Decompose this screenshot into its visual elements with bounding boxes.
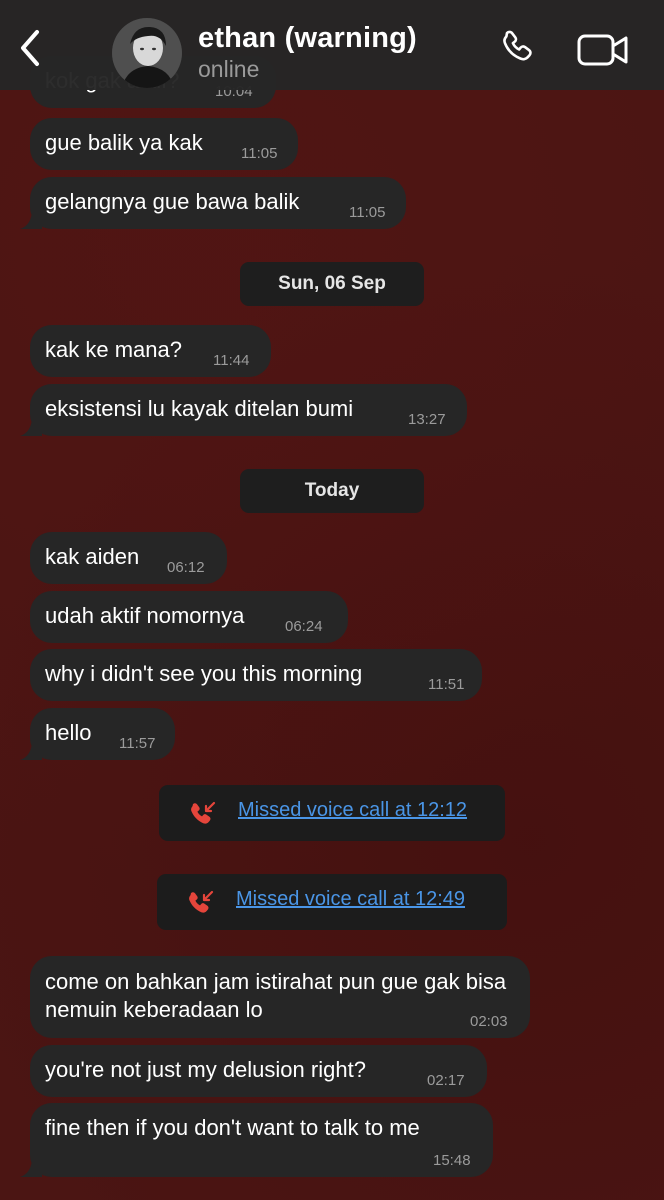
message-time: 06:24 [285, 618, 323, 635]
message-text: come on bahkan jam istirahat pun gue gak… [45, 969, 507, 1022]
message-text: gue balik ya kak [45, 130, 203, 155]
message-bubble[interactable]: eksistensi lu kayak ditelan bumi 13:27 [20, 384, 467, 436]
bubble-tail [20, 416, 42, 436]
message-bubble[interactable]: fine then if you don't want to talk to m… [20, 1103, 493, 1177]
missed-call-icon [189, 890, 214, 913]
back-button[interactable] [12, 26, 48, 70]
message-time: 06:12 [167, 559, 205, 576]
message-text: you're not just my delusion right? [45, 1057, 366, 1082]
message-bubble[interactable]: hello 11:57 [20, 708, 175, 760]
date-separator: Sun, 06 Sep [240, 262, 424, 306]
chevron-left-icon [21, 30, 39, 66]
message-bubble[interactable]: udah aktif nomornya 06:24 [30, 591, 348, 643]
message-bubble[interactable]: come on bahkan jam istirahat pun gue gak… [30, 956, 530, 1038]
message-time: 11:05 [241, 145, 278, 162]
message-text: kak ke mana? [45, 337, 182, 362]
phone-icon[interactable] [498, 28, 542, 72]
video-camera-icon[interactable] [576, 32, 630, 68]
message-bubble[interactable]: kak ke mana? 11:44 [30, 325, 271, 377]
chat-header: ethan (warning) online [0, 0, 664, 90]
message-text: gelangnya gue bawa balik [45, 189, 300, 214]
message-list[interactable]: kok gak aktif? 10:04 gue balik ya kak 11… [0, 0, 664, 1200]
message-time: 11:05 [349, 204, 386, 221]
avatar[interactable] [112, 18, 182, 88]
missed-call-notice[interactable]: Missed voice call at 12:12 [159, 785, 505, 841]
message-bubble[interactable]: you're not just my delusion right? 02:17 [30, 1045, 487, 1097]
missed-call-link[interactable]: Missed voice call at 12:12 [238, 799, 467, 822]
message-time: 15:48 [433, 1152, 471, 1169]
missed-call-icon [191, 801, 216, 824]
message-time: 11:57 [119, 735, 156, 752]
message-bubble[interactable]: gue balik ya kak 11:05 [30, 118, 298, 170]
message-text: kak aiden [45, 544, 140, 569]
contact-status: online [198, 56, 260, 82]
date-separator: Today [240, 469, 424, 513]
bubble-tail [20, 740, 42, 760]
message-time: 02:03 [470, 1013, 508, 1030]
bubble-tail [20, 209, 42, 229]
message-time: 13:27 [408, 411, 446, 428]
message-text: eksistensi lu kayak ditelan bumi [45, 396, 354, 421]
message-time: 11:51 [428, 676, 465, 693]
missed-call-notice[interactable]: Missed voice call at 12:49 [157, 874, 507, 930]
message-bubble[interactable]: kak aiden 06:12 [30, 532, 227, 584]
message-text: fine then if you don't want to talk to m… [45, 1115, 420, 1140]
message-time: 11:44 [213, 352, 250, 369]
message-bubble[interactable]: gelangnya gue bawa balik 11:05 [20, 177, 406, 229]
contact-name[interactable]: ethan (warning) [198, 22, 417, 55]
message-time: 02:17 [427, 1072, 465, 1089]
message-text: why i didn't see you this morning [45, 661, 363, 686]
message-bubble[interactable]: why i didn't see you this morning 11:51 [30, 649, 482, 701]
message-text: hello [45, 720, 92, 745]
bubble-tail [20, 1157, 42, 1177]
missed-call-link[interactable]: Missed voice call at 12:49 [236, 888, 465, 911]
message-text: udah aktif nomornya [45, 603, 245, 628]
profile-photo [112, 18, 182, 88]
